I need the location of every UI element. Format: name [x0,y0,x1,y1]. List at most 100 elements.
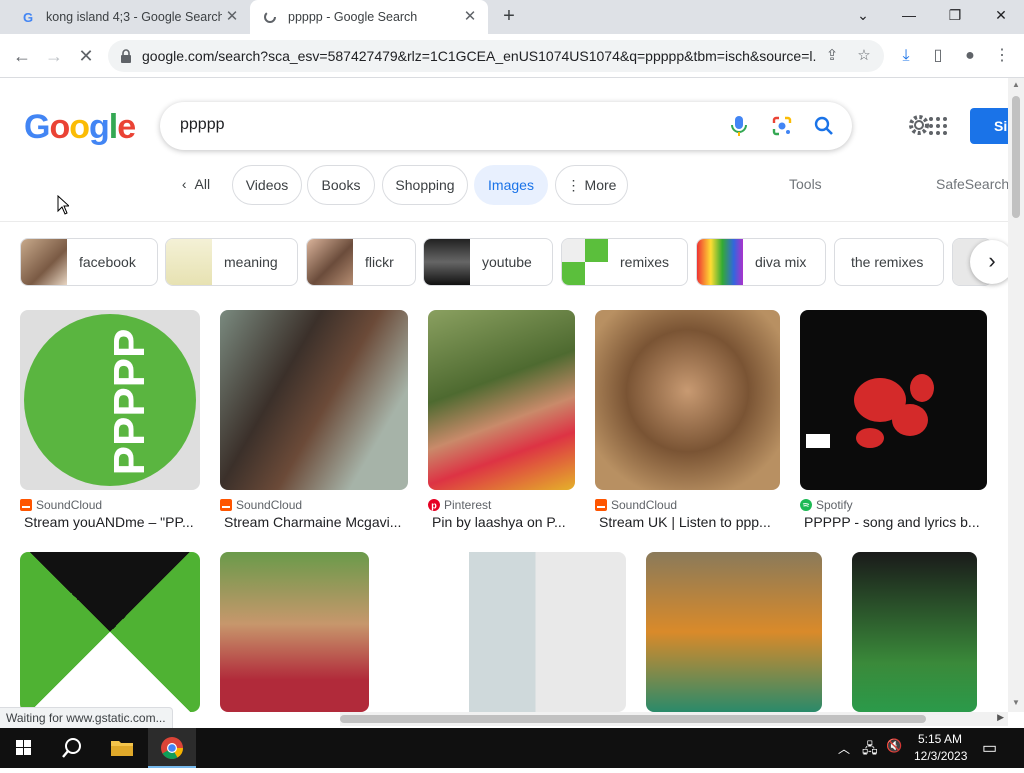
result-source[interactable]: SoundCloud [220,498,302,512]
more-vert-icon: ⋮ [566,177,581,193]
chrome-taskbar-button[interactable] [148,728,196,768]
result-source-label: SoundCloud [236,498,303,512]
related-thumbnail [307,239,353,285]
filter-videos[interactable]: Videos [232,165,302,205]
result-image[interactable] [388,552,626,712]
address-bar[interactable]: google.com/search?sca_esv=587427479&rlz=… [108,40,884,72]
windows-taskbar: ︿ 🖧 🔇 5:15 AM 12/3/2023 ▭ [0,728,1024,768]
result-image[interactable] [852,552,977,712]
result-image[interactable] [646,552,822,712]
related-facebook[interactable]: facebook [20,238,158,286]
forward-button[interactable]: → [40,42,68,70]
safesearch-button[interactable]: SafeSearch [936,176,1008,192]
tab-strip: G kong island 4;3 - Google Search ✕ pppp… [0,0,1024,34]
horizontal-scrollbar[interactable]: ▶ [340,712,1008,726]
related-youtube[interactable]: youtube [423,238,553,286]
back-button[interactable]: ← [8,42,36,70]
menu-kebab-icon[interactable]: ⋮ [990,44,1014,68]
tab-title: kong island 4;3 - Google Search [46,10,222,24]
result-source-label: Spotify [816,498,853,512]
soundcloud-icon [595,499,607,511]
result-source[interactable]: Spotify [800,498,853,512]
download-icon[interactable]: ⤓ [894,44,918,68]
bookmark-star-icon[interactable]: ☆ [854,46,874,66]
filter-shopping[interactable]: Shopping [382,165,468,205]
clock-time: 5:15 AM [917,732,963,746]
scrollbar-thumb[interactable] [1012,96,1020,218]
lock-icon[interactable] [120,48,132,64]
url-text[interactable]: google.com/search?sca_esv=587427479&rlz=… [142,48,816,64]
filter-images[interactable]: Images [474,165,548,205]
result-image[interactable] [800,310,987,490]
result-image[interactable] [20,552,200,712]
tab-title: ppppp - Google Search [288,10,418,24]
windows-start-button[interactable] [0,728,48,768]
related-label: youtube [482,254,532,270]
scroll-down-icon[interactable]: ▼ [1011,698,1021,707]
tab-kong-island[interactable]: G kong island 4;3 - Google Search ✕ [0,0,250,34]
result-image[interactable] [428,310,575,490]
search-icon[interactable] [812,114,836,138]
result-title[interactable]: Pin by laashya on P... [432,514,566,530]
result-title[interactable]: Stream UK | Listen to ppp... [599,514,771,530]
result-source[interactable]: SoundCloud [595,498,677,512]
result-image[interactable] [220,310,408,490]
close-tab-icon[interactable]: ✕ [224,9,240,25]
show-hidden-icons-chevron-icon[interactable]: ︿ [838,740,850,757]
related-remixes[interactable]: remixes [561,238,688,286]
related-meaning[interactable]: meaning [165,238,298,286]
file-explorer-button[interactable] [98,728,146,768]
soundcloud-icon [220,499,232,511]
result-source[interactable]: p Pinterest [428,498,491,512]
result-image[interactable] [595,310,780,490]
browser-toolbar: ← → ✕ google.com/search?sca_esv=58742747… [0,34,1024,78]
scroll-right-icon[interactable]: ▶ [997,712,1004,723]
close-window-button[interactable]: ✕ [978,0,1024,30]
side-panel-icon[interactable]: ▯ [926,44,950,68]
profile-icon[interactable]: ● [958,44,982,68]
network-icon[interactable]: 🖧 [862,738,878,762]
taskbar-search-button[interactable] [48,728,96,768]
vertical-scrollbar[interactable]: ▲ ▼ [1008,78,1024,712]
google-doodle-logo[interactable]: Google [24,108,136,147]
result-source[interactable]: SoundCloud [20,498,102,512]
result-title[interactable]: PPPPP - song and lyrics b... [804,514,980,530]
scrollbar-thumb[interactable] [340,715,926,723]
tab-search-icon[interactable]: ⌄ [840,0,886,30]
volume-muted-icon[interactable]: 🔇 [886,738,902,754]
related-thumbnail [21,239,67,285]
related-flickr[interactable]: flickr [306,238,416,286]
restore-button[interactable]: ❐ [932,0,978,30]
filter-all[interactable]: ‹ All [170,165,222,205]
filter-books[interactable]: Books [307,165,375,205]
result-image[interactable]: PPPPP [20,310,200,490]
sign-in-button[interactable]: Si [970,108,1008,144]
tab-ppppp[interactable]: ppppp - Google Search ✕ [250,0,488,34]
result-image[interactable] [220,552,369,712]
notifications-icon[interactable]: ▭ [982,738,997,758]
filter-more[interactable]: ⋮ More [555,165,628,205]
svg-text:p: p [431,501,437,511]
close-tab-icon[interactable]: ✕ [462,9,478,25]
stop-button[interactable]: ✕ [72,42,100,70]
scroll-up-icon[interactable]: ▲ [1011,80,1021,89]
result-title[interactable]: Stream Charmaine Mcgavi... [224,514,401,530]
related-the-remixes[interactable]: the remixes [834,238,944,286]
related-thumbnail [697,239,743,285]
search-query-input[interactable]: ppppp [180,116,225,134]
new-tab-button[interactable]: + [498,6,520,28]
filter-more-label: More [584,177,617,193]
google-apps-icon[interactable] [928,116,948,136]
minimize-button[interactable]: — [886,0,932,30]
share-icon[interactable]: ⇪ [822,46,842,66]
chevron-left-icon: ‹ [181,176,187,192]
microphone-icon[interactable] [728,114,750,138]
taskbar-clock[interactable]: 5:15 AM 12/3/2023 [914,731,967,765]
tools-button[interactable]: Tools [789,176,822,192]
search-box[interactable]: ppppp [160,102,852,150]
related-diva-mix[interactable]: diva mix [696,238,826,286]
result-title[interactable]: Stream youANDme – "PP... [24,514,194,530]
chevron-right-icon[interactable]: › [970,240,1008,284]
result-image-text: PPPPP [105,329,154,476]
google-lens-icon[interactable] [770,114,794,138]
